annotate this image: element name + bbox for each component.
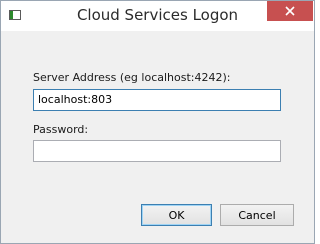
server-address-label: Server Address (eg localhost:4242): bbox=[33, 71, 231, 84]
close-button[interactable] bbox=[267, 1, 313, 21]
cancel-button[interactable]: Cancel bbox=[220, 204, 294, 226]
dialog-body: Server Address (eg localhost:4242): loca… bbox=[9, 31, 306, 235]
server-address-input[interactable]: localhost:803 bbox=[33, 89, 281, 111]
password-input[interactable] bbox=[33, 140, 281, 162]
logon-dialog: Cloud Services Logon Server Address (eg … bbox=[0, 0, 315, 244]
password-label: Password: bbox=[33, 123, 89, 136]
ok-button[interactable]: OK bbox=[141, 204, 212, 226]
close-icon bbox=[285, 6, 295, 16]
title-bar[interactable]: Cloud Services Logon bbox=[1, 1, 314, 31]
